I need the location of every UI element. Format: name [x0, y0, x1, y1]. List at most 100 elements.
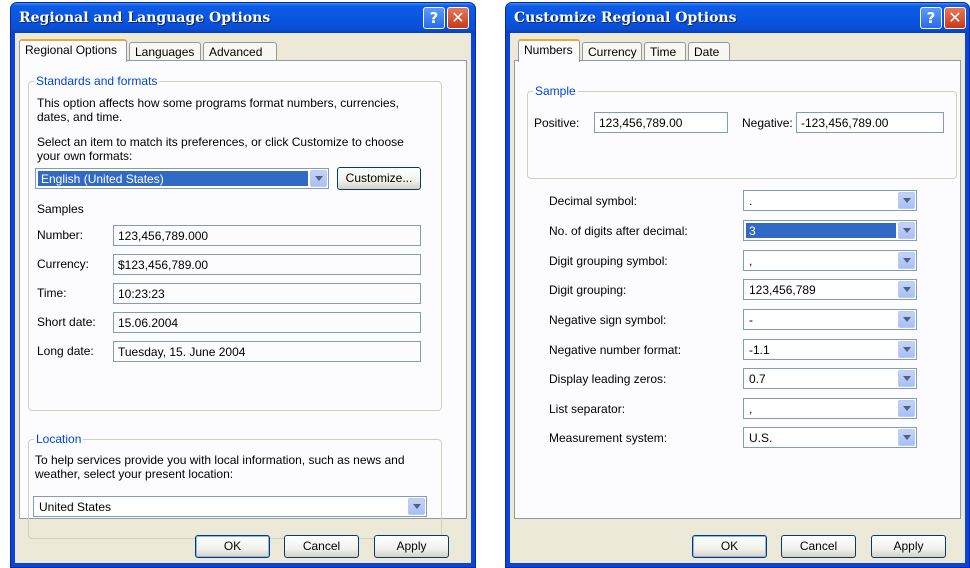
- chevron-down-icon[interactable]: [898, 222, 915, 239]
- sample-currency-value: $123,456,789.00: [113, 254, 421, 275]
- list-separator-label: List separator:: [549, 402, 626, 416]
- decimal-symbol-label: Decimal symbol:: [549, 194, 638, 208]
- ok-button-label: OK: [720, 539, 739, 553]
- chevron-down-icon[interactable]: [898, 341, 915, 358]
- cancel-button-label: Cancel: [302, 539, 341, 553]
- numbers-panel: Sample Positive: 123,456,789.00 Negative…: [514, 60, 961, 519]
- tab-advanced[interactable]: Advanced: [203, 42, 277, 61]
- sample-short-date-label: Short date:: [37, 315, 96, 329]
- chevron-down-icon[interactable]: [898, 311, 915, 328]
- digits-after-decimal-value: 3: [746, 223, 896, 238]
- apply-button[interactable]: Apply: [374, 535, 449, 558]
- customize-regional-options-window: Customize Regional Options ? ✕ Numbers C…: [505, 2, 970, 568]
- help-button[interactable]: ?: [920, 7, 942, 29]
- cancel-button[interactable]: Cancel: [284, 535, 359, 558]
- digit-grouping-symbol-dropdown[interactable]: ,: [743, 250, 917, 271]
- location-legend: Location: [34, 432, 84, 446]
- ok-button[interactable]: OK: [692, 535, 767, 558]
- locale-dropdown-value: English (United States): [38, 171, 308, 186]
- positive-sample-value: 123,456,789.00: [594, 112, 728, 133]
- location-description-line2: weather, select your present location:: [35, 467, 234, 481]
- standards-description-line1: This option affects how some programs fo…: [37, 96, 399, 110]
- negative-number-format-value: -1.1: [749, 343, 770, 357]
- location-dropdown-value: United States: [39, 500, 112, 514]
- sample-currency-label: Currency:: [37, 257, 90, 271]
- decimal-symbol-value: .: [749, 194, 753, 208]
- chevron-down-icon[interactable]: [898, 281, 915, 298]
- window-title: Regional and Language Options: [19, 10, 271, 26]
- chevron-down-icon[interactable]: [898, 400, 915, 417]
- negative-label: Negative:: [742, 116, 793, 130]
- standards-formats-legend: Standards and formats: [34, 74, 160, 88]
- dialog-client-area: Regional Options Languages Advanced Stan…: [15, 33, 471, 563]
- regional-language-options-window: Regional and Language Options ? ✕ Region…: [10, 2, 476, 568]
- measurement-system-value: U.S.: [749, 431, 773, 445]
- negative-number-format-label: Negative number format:: [549, 343, 682, 357]
- locale-dropdown[interactable]: English (United States): [35, 168, 329, 189]
- chevron-down-icon[interactable]: [898, 429, 915, 446]
- location-group: Location To help services provide you wi…: [28, 432, 442, 539]
- decimal-symbol-dropdown[interactable]: .: [743, 190, 917, 211]
- dialog-client-area: Numbers Currency Time Date Sample Positi…: [510, 33, 965, 563]
- apply-button[interactable]: Apply: [871, 535, 946, 558]
- cancel-button-label: Cancel: [799, 539, 838, 553]
- digit-grouping-dropdown[interactable]: 123,456,789: [743, 279, 917, 300]
- leading-zeros-label: Display leading zeros:: [549, 372, 667, 386]
- tab-numbers[interactable]: Numbers: [518, 39, 580, 62]
- window-title: Customize Regional Options: [514, 10, 737, 26]
- sample-group: Sample Positive: 123,456,789.00 Negative…: [527, 84, 957, 179]
- sample-long-date-value: Tuesday, 15. June 2004: [113, 341, 421, 362]
- sample-legend: Sample: [533, 84, 578, 98]
- title-bar[interactable]: Regional and Language Options ? ✕: [11, 3, 475, 33]
- digit-grouping-symbol-value: ,: [749, 254, 753, 268]
- positive-label: Positive:: [534, 116, 580, 130]
- location-dropdown[interactable]: United States: [33, 496, 427, 517]
- chevron-down-icon[interactable]: [898, 370, 915, 387]
- digit-grouping-value: 123,456,789: [749, 283, 816, 297]
- close-button[interactable]: ✕: [447, 7, 469, 29]
- negative-sample-value: -123,456,789.00: [796, 112, 944, 133]
- chevron-down-icon[interactable]: [408, 498, 425, 515]
- chevron-down-icon[interactable]: [310, 170, 327, 187]
- negative-sign-symbol-dropdown[interactable]: -: [743, 309, 917, 330]
- negative-sign-symbol-label: Negative sign symbol:: [549, 313, 667, 327]
- select-instruction-line1: Select an item to match its preferences,…: [37, 135, 404, 149]
- cancel-button[interactable]: Cancel: [781, 535, 856, 558]
- tab-date[interactable]: Date: [688, 42, 730, 61]
- customize-button-label: Customize...: [345, 171, 413, 185]
- close-button[interactable]: ✕: [944, 7, 966, 29]
- digits-after-decimal-dropdown[interactable]: 3: [743, 220, 917, 241]
- ok-button-label: OK: [223, 539, 242, 553]
- sample-time-value: 10:23:23: [113, 283, 421, 304]
- chevron-down-icon[interactable]: [898, 252, 915, 269]
- list-separator-dropdown[interactable]: ,: [743, 398, 917, 419]
- customize-button[interactable]: Customize...: [337, 167, 421, 190]
- help-button[interactable]: ?: [423, 7, 445, 29]
- sample-time-label: Time:: [37, 286, 67, 300]
- tab-currency[interactable]: Currency: [582, 42, 642, 61]
- samples-heading: Samples: [37, 202, 84, 216]
- digits-after-decimal-label: No. of digits after decimal:: [549, 224, 688, 238]
- tab-time[interactable]: Time: [644, 42, 686, 61]
- apply-button-label: Apply: [396, 539, 427, 553]
- negative-sign-symbol-value: -: [749, 313, 753, 327]
- location-description-line1: To help services provide you with local …: [35, 453, 405, 467]
- leading-zeros-dropdown[interactable]: 0.7: [743, 368, 917, 389]
- tab-regional-options[interactable]: Regional Options: [19, 39, 127, 62]
- measurement-system-dropdown[interactable]: U.S.: [743, 427, 917, 448]
- measurement-system-label: Measurement system:: [549, 431, 668, 445]
- chevron-down-icon[interactable]: [898, 192, 915, 209]
- digit-grouping-label: Digit grouping:: [549, 283, 627, 297]
- title-bar[interactable]: Customize Regional Options ? ✕: [506, 3, 969, 33]
- select-instruction-line2: your own formats:: [37, 149, 133, 163]
- negative-number-format-dropdown[interactable]: -1.1: [743, 339, 917, 360]
- leading-zeros-value: 0.7: [749, 372, 766, 386]
- regional-options-panel: Standards and formats This option affect…: [19, 60, 467, 539]
- tab-languages[interactable]: Languages: [129, 42, 201, 61]
- digit-grouping-symbol-label: Digit grouping symbol:: [549, 254, 668, 268]
- list-separator-value: ,: [749, 402, 753, 416]
- ok-button[interactable]: OK: [195, 535, 270, 558]
- sample-short-date-value: 15.06.2004: [113, 312, 421, 333]
- standards-formats-group: Standards and formats This option affect…: [28, 74, 442, 411]
- sample-number-label: Number:: [37, 228, 84, 242]
